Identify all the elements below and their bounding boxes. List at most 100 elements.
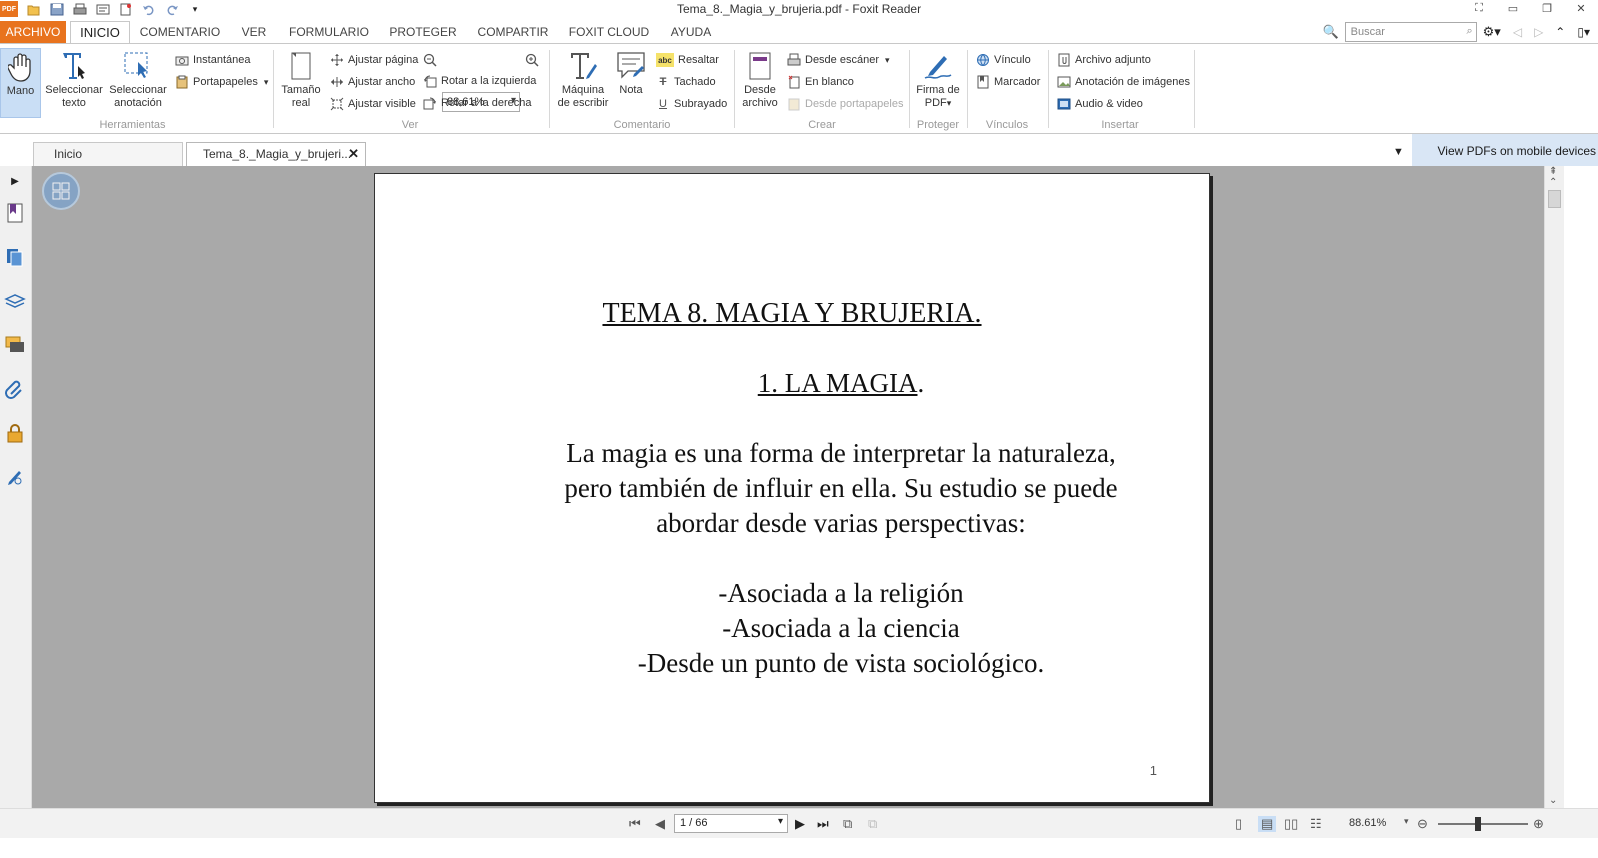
next-page-icon[interactable]: ▶ (795, 816, 805, 832)
link-button[interactable]: Vínculo (976, 52, 1031, 68)
minimize-icon[interactable]: ▭ (1496, 0, 1530, 16)
fullscreen-icon[interactable]: ⛶ (1462, 0, 1496, 16)
group-separator (549, 50, 550, 128)
pdf-page[interactable]: TEMA 8. MAGIA Y BRUJERIA. 1. LA MAGIA. L… (374, 173, 1210, 803)
pdf-sign-button[interactable]: Firma de PDF▾ (913, 48, 963, 110)
close-window-icon[interactable]: ✕ (1564, 0, 1598, 16)
vertical-scrollbar[interactable]: ⇞ ⌃ ⌄ (1544, 166, 1564, 808)
from-clipboard-button[interactable]: Desde portapapeles (787, 96, 903, 112)
audio-video-button[interactable]: Audio & video (1057, 96, 1143, 112)
next-view-icon[interactable]: ⧉ (868, 816, 877, 832)
rotate-right-button[interactable]: Rotar a la derecha (423, 95, 532, 111)
skin-icon[interactable]: ▯▾ (1577, 25, 1590, 39)
security-lock-icon[interactable] (2, 420, 28, 446)
tab-foxit-cloud[interactable]: FOXIT CLOUD (566, 21, 652, 43)
tab-ayuda[interactable]: AYUDA (667, 21, 715, 43)
signatures-panel-icon[interactable] (2, 464, 28, 490)
bookmarks-panel-icon[interactable] (2, 200, 28, 226)
scroll-up-icon[interactable]: ⌃ (1549, 177, 1557, 188)
facing-pages-icon[interactable]: ▯▯ (1284, 816, 1298, 832)
comments-panel-icon[interactable] (2, 332, 28, 358)
zoom-out-button[interactable] (423, 52, 441, 68)
tab-home[interactable]: Inicio (33, 142, 183, 166)
tab-compartir[interactable]: COMPARTIR (475, 21, 551, 43)
fit-width-button[interactable]: Ajustar ancho (330, 74, 415, 90)
snapshot-button[interactable]: Instantánea (175, 52, 251, 68)
find-icon[interactable]: 🔍 (1322, 24, 1338, 40)
continuous-facing-icon[interactable]: ☷ (1310, 816, 1322, 832)
fit-visible-button[interactable]: Ajustar visible (330, 96, 416, 112)
settings-gear-icon[interactable]: ⚙▾ (1483, 24, 1501, 40)
mobile-promo-banner[interactable]: View PDFs on mobile devices (1412, 134, 1598, 166)
clipboard-label: Portapapeles (193, 76, 258, 88)
scroll-down-icon[interactable]: ⌄ (1549, 795, 1557, 806)
image-annotation-button[interactable]: Anotación de imágenes (1057, 74, 1190, 90)
continuous-page-icon[interactable]: ▤ (1258, 816, 1277, 832)
fit-page-button[interactable]: Ajustar página (330, 52, 418, 68)
restore-icon[interactable]: ❐ (1530, 0, 1564, 16)
zoom-in-button[interactable] (525, 52, 543, 68)
nav-back-icon[interactable]: ◁ (1513, 25, 1522, 39)
strikeout-button[interactable]: T Tachado (656, 74, 716, 90)
page-thumbnails-icon[interactable] (42, 172, 80, 210)
pages-panel-icon[interactable] (2, 244, 28, 270)
split-view-icon[interactable]: ⇞ (1549, 166, 1557, 177)
search-input[interactable]: Buscar ⌕ (1344, 22, 1477, 42)
pdf-sign-dropdown-icon[interactable]: ▾ (947, 98, 952, 108)
clipboard-dropdown-icon[interactable]: ▾ (264, 77, 269, 88)
page-number-input[interactable]: 1 / 66 (674, 814, 788, 833)
typewriter-button[interactable]: Máquina de escribir (554, 48, 612, 110)
expand-panel-icon[interactable]: ▶ (2, 168, 28, 194)
nav-forward-icon[interactable]: ▷ (1534, 25, 1543, 39)
document-viewer[interactable]: TEMA 8. MAGIA Y BRUJERIA. 1. LA MAGIA. L… (32, 166, 1544, 808)
promo-dropdown-icon[interactable]: ▼ (1393, 146, 1404, 158)
zoom-percent[interactable]: 88.61% (1349, 817, 1386, 829)
collapse-ribbon-icon[interactable]: ⌃ (1555, 25, 1565, 39)
attachment-button[interactable]: Archivo adjunto (1057, 52, 1151, 68)
group-separator (909, 50, 910, 128)
previous-view-icon[interactable]: ⧉ (843, 816, 852, 832)
underline-button[interactable]: U Subrayado (656, 96, 727, 112)
fit-visible-label: Ajustar visible (348, 98, 416, 110)
typewriter-icon (554, 48, 612, 84)
previous-page-icon[interactable]: ◀ (655, 816, 665, 832)
from-file-button[interactable]: Desde archivo (738, 48, 782, 110)
link-globe-icon (976, 53, 990, 67)
rotate-left-button[interactable]: Rotar a la izquierda (423, 73, 536, 89)
first-page-icon[interactable]: ⏮ (629, 816, 641, 832)
select-annotation-button[interactable]: Seleccionar anotación (108, 48, 168, 110)
tab-formulario[interactable]: FORMULARIO (287, 21, 371, 43)
blank-button[interactable]: En blanco (787, 74, 854, 90)
paragraph-line: La magia es una forma de interpretar la … (566, 438, 1116, 468)
actual-size-button[interactable]: Tamaño real (280, 48, 322, 110)
highlight-button[interactable]: abc Resaltar (656, 52, 719, 68)
rotate-left-icon (423, 74, 437, 88)
bookmark-button[interactable]: Marcador (976, 74, 1040, 90)
zoom-slider-track[interactable] (1438, 823, 1528, 825)
zoom-out-status-icon[interactable]: ⊖ (1417, 816, 1428, 832)
search-icon[interactable]: ⌕ (1466, 25, 1472, 38)
close-tab-icon[interactable]: ✕ (348, 143, 359, 165)
clipboard-button[interactable]: Portapapeles ▾ (175, 74, 268, 90)
note-button[interactable]: Nota (613, 48, 649, 97)
select-text-button[interactable]: Seleccionar texto (44, 48, 104, 110)
tab-ver[interactable]: VER (236, 21, 272, 43)
zoom-dropdown-icon[interactable]: ▾ (1404, 816, 1409, 827)
select-annotation-label-2: anotación (114, 97, 162, 109)
hand-tool-button[interactable]: Mano (0, 48, 41, 118)
scrollbar-thumb[interactable] (1548, 190, 1561, 208)
attachments-panel-icon[interactable] (2, 376, 28, 402)
last-page-icon[interactable]: ⏭ (817, 816, 829, 832)
zoom-slider-knob[interactable] (1475, 817, 1481, 831)
zoom-in-status-icon[interactable]: ⊕ (1533, 816, 1544, 832)
tab-proteger[interactable]: PROTEGER (386, 21, 460, 43)
typewriter-label-1: Máquina (561, 84, 605, 96)
tab-comentario[interactable]: COMENTARIO (138, 21, 222, 43)
tab-inicio[interactable]: INICIO (70, 21, 130, 43)
scanner-dropdown-icon[interactable]: ▾ (885, 55, 890, 66)
from-scanner-button[interactable]: Desde escáner ▾ (787, 52, 890, 68)
single-page-icon[interactable]: ▯ (1235, 816, 1242, 832)
tab-archivo[interactable]: ARCHIVO (0, 21, 66, 43)
tab-document[interactable]: Tema_8._Magia_y_brujeri... ✕ (186, 142, 366, 166)
layers-panel-icon[interactable] (2, 288, 28, 314)
